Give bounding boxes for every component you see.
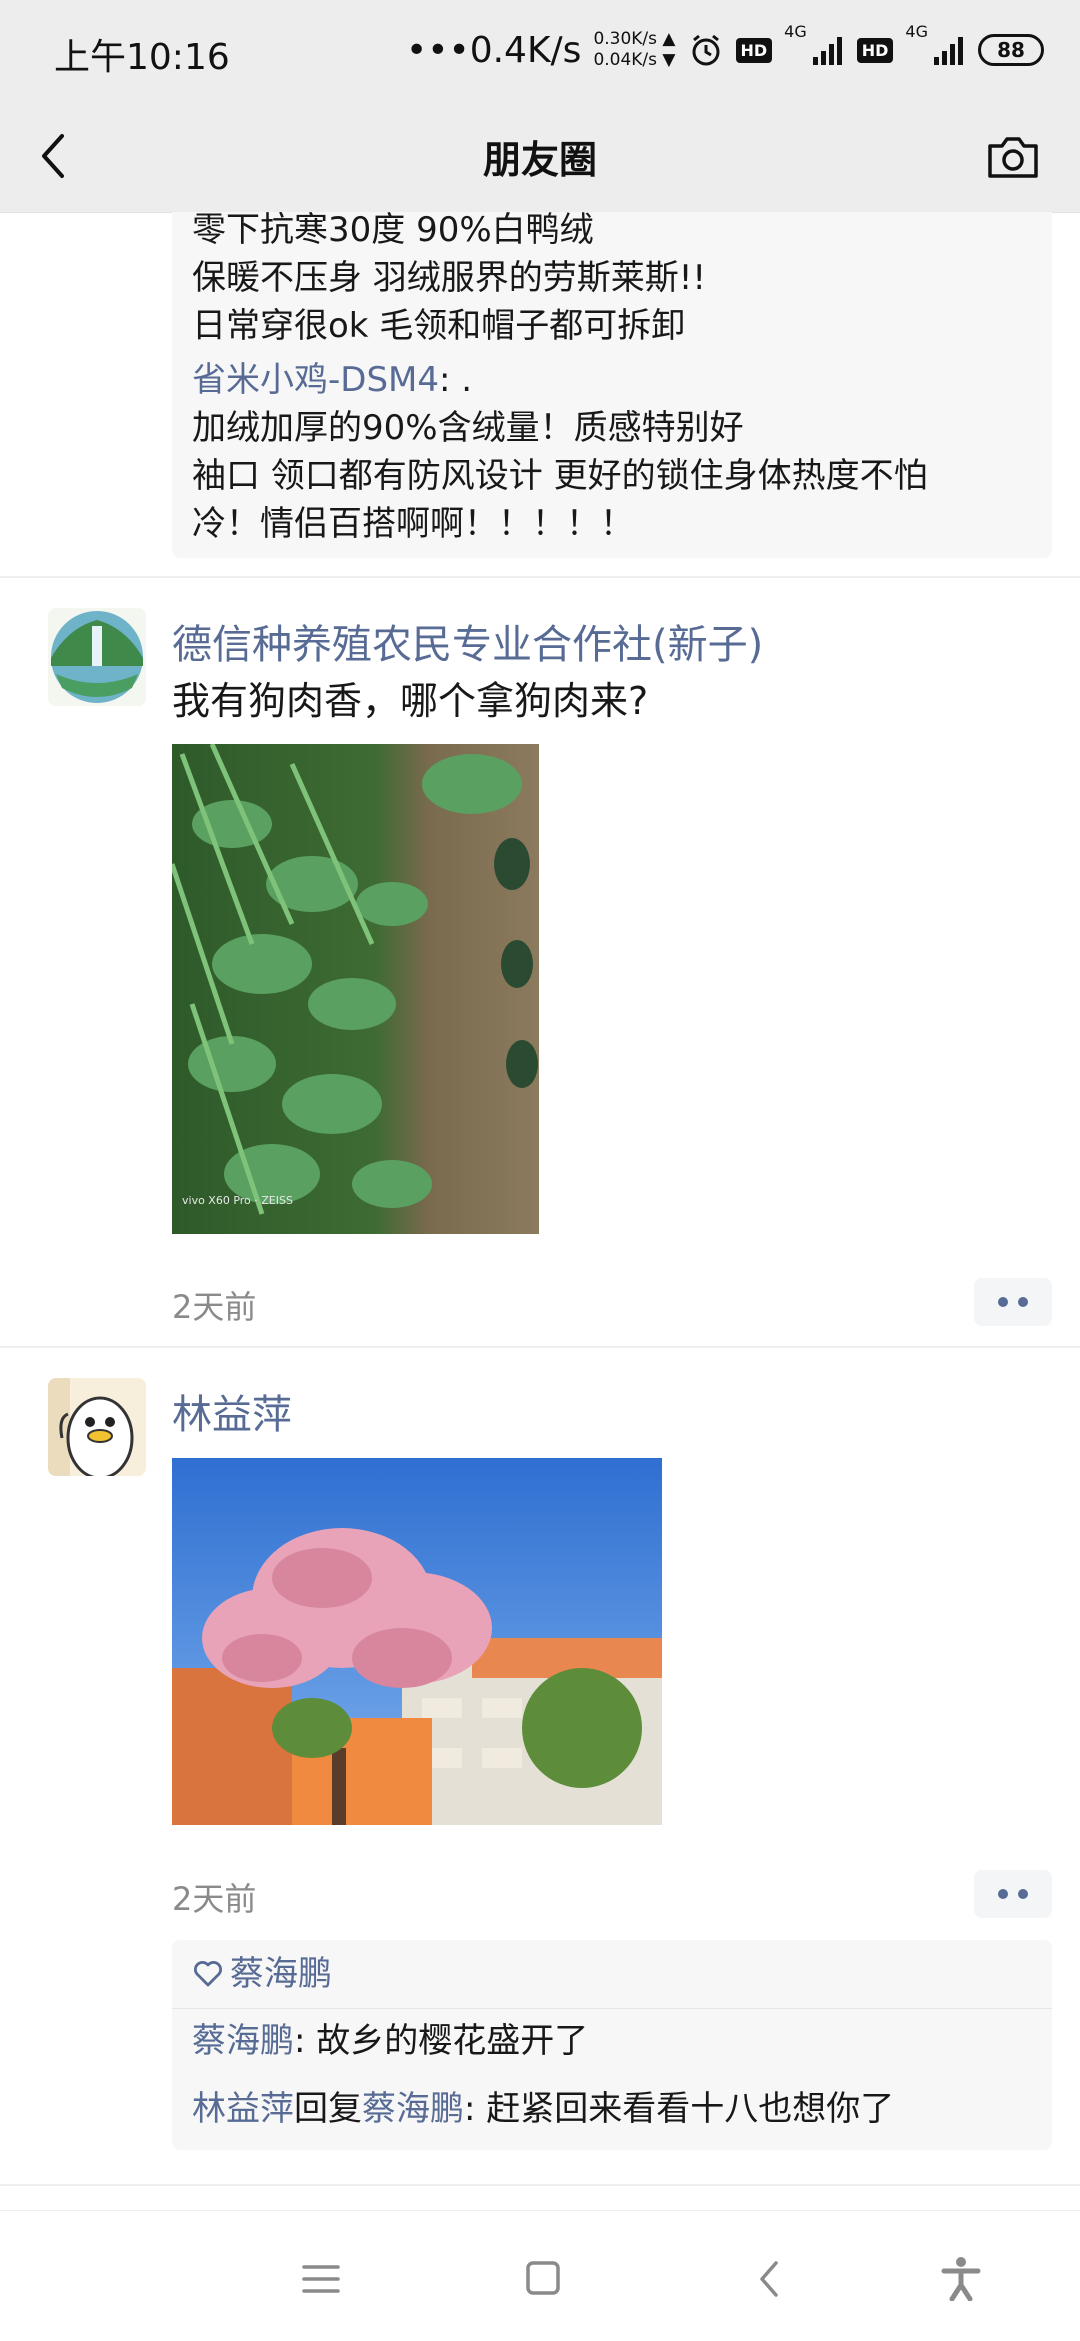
accessibility-icon[interactable] (936, 2257, 986, 2301)
more-actions-button[interactable] (974, 1278, 1052, 1326)
post-timestamp: 2天前 (172, 1880, 257, 1918)
commenter-name[interactable]: 蔡海鹏 (192, 2021, 294, 2061)
back-arrow-icon[interactable] (34, 130, 74, 182)
likes-row: 蔡海鹏 (172, 1940, 1052, 2009)
status-time: 上午10:16 (54, 37, 230, 78)
liker-name[interactable]: 蔡海鹏 (230, 1950, 332, 1998)
image-watermark: vivo X60 Pro · ZEISS (182, 1194, 293, 1207)
upload-speed: 0.30K/s ▲ (593, 29, 676, 49)
dot (998, 1889, 1008, 1899)
menu-icon[interactable] (296, 2257, 346, 2301)
comment-separator: : (464, 2089, 487, 2129)
comment-line: 日常穿很ok 毛领和帽子都可拆卸 (192, 306, 686, 346)
battery-indicator: 88 (978, 34, 1044, 66)
avatar[interactable] (48, 608, 146, 706)
back-icon[interactable] (746, 2257, 796, 2301)
heart-icon (194, 1961, 222, 1987)
comment-line: 零下抗寒30度 90%白鸭绒 (192, 212, 594, 250)
signal-icon (812, 37, 842, 65)
network-type-label-2: 4G (905, 22, 928, 41)
comment-text: 赶紧回来看看十八也想你了 (486, 2089, 895, 2129)
comment-item[interactable]: 蔡海鹏: 故乡的樱花盛开了 (192, 2017, 1032, 2065)
post-timestamp: 2天前 (172, 1288, 257, 1326)
commenter-name[interactable]: 省米小鸡-DSM4 (192, 360, 439, 400)
download-speed: 0.04K/s ▼ (593, 50, 676, 70)
post-divider (0, 2184, 1080, 2186)
comment-line: 保暖不压身 羽绒服界的劳斯莱斯!! (192, 258, 707, 298)
dot (1018, 1297, 1028, 1307)
page-title: 朋友圈 (482, 137, 597, 182)
dot (998, 1297, 1008, 1307)
status-bar: 上午10:16 •••0.4K/s 0.30K/s ▲ 0.04K/s ▼ HD… (0, 0, 1080, 100)
alarm-icon (692, 34, 719, 66)
post-author-name[interactable]: 林益萍 (172, 1382, 292, 1440)
hd-badge: HD (735, 37, 773, 63)
post-author-name[interactable]: 德信种养殖农民专业合作社(新子) (172, 612, 763, 670)
reply-word: 回复 (294, 2089, 362, 2129)
comment-line: 袖口 领口都有防风设计 更好的锁住身体热度不怕 (192, 456, 928, 496)
home-icon[interactable] (518, 2257, 568, 2301)
network-speed: •••0.4K/s (405, 29, 582, 71)
commenter-name[interactable]: 林益萍 (192, 2089, 294, 2129)
post-image-plants[interactable]: vivo X60 Pro · ZEISS (172, 744, 539, 1234)
post-divider (0, 1346, 1080, 1348)
comment-item[interactable]: 林益萍回复蔡海鹏: 赶紧回来看看十八也想你了 (192, 2085, 1032, 2133)
likes-comments-box: 蔡海鹏 蔡海鹏: 故乡的樱花盛开了 林益萍回复蔡海鹏: 赶紧回来看看十八也想你了 (172, 1940, 1052, 2150)
system-navigation-bar (0, 2210, 1080, 2341)
hd-badge-2: HD (856, 37, 894, 63)
post-image-blossom-tree[interactable] (172, 1458, 662, 1825)
comment-line: 加绒加厚的90%含绒量！质感特别好 (192, 408, 744, 448)
more-actions-button[interactable] (974, 1870, 1052, 1918)
moments-feed[interactable]: 零下抗寒30度 90%白鸭绒 保暖不压身 羽绒服界的劳斯莱斯!! 日常穿很ok … (0, 212, 1080, 2212)
avatar[interactable] (48, 1378, 146, 1476)
network-speed-detail: 0.30K/s ▲ 0.04K/s ▼ (593, 29, 675, 71)
post-text: 我有狗肉香，哪个拿狗肉来? (172, 679, 649, 723)
reply-to-name[interactable]: 蔡海鹏 (362, 2089, 464, 2129)
top-navigation-bar: 朋友圈 (0, 100, 1080, 213)
network-type-label: 4G (784, 22, 807, 41)
comment-line: 省米小鸡-DSM4: . (192, 356, 1032, 404)
post-divider (0, 576, 1080, 578)
comment-text: 故乡的樱花盛开了 (316, 2021, 589, 2061)
comment-separator: : . (439, 360, 473, 400)
camera-icon[interactable] (986, 134, 1040, 180)
comment-line: 冷！情侣百搭啊啊！！！！！ (192, 504, 634, 544)
comment-separator: : (294, 2021, 317, 2061)
dot (1018, 1889, 1028, 1899)
comment-box-previous: 零下抗寒30度 90%白鸭绒 保暖不压身 羽绒服界的劳斯莱斯!! 日常穿很ok … (172, 212, 1052, 558)
status-icons: •••0.4K/s 0.30K/s ▲ 0.04K/s ▼ HD 4G HD 4… (406, 22, 1044, 78)
signal-icon-2 (934, 37, 963, 65)
